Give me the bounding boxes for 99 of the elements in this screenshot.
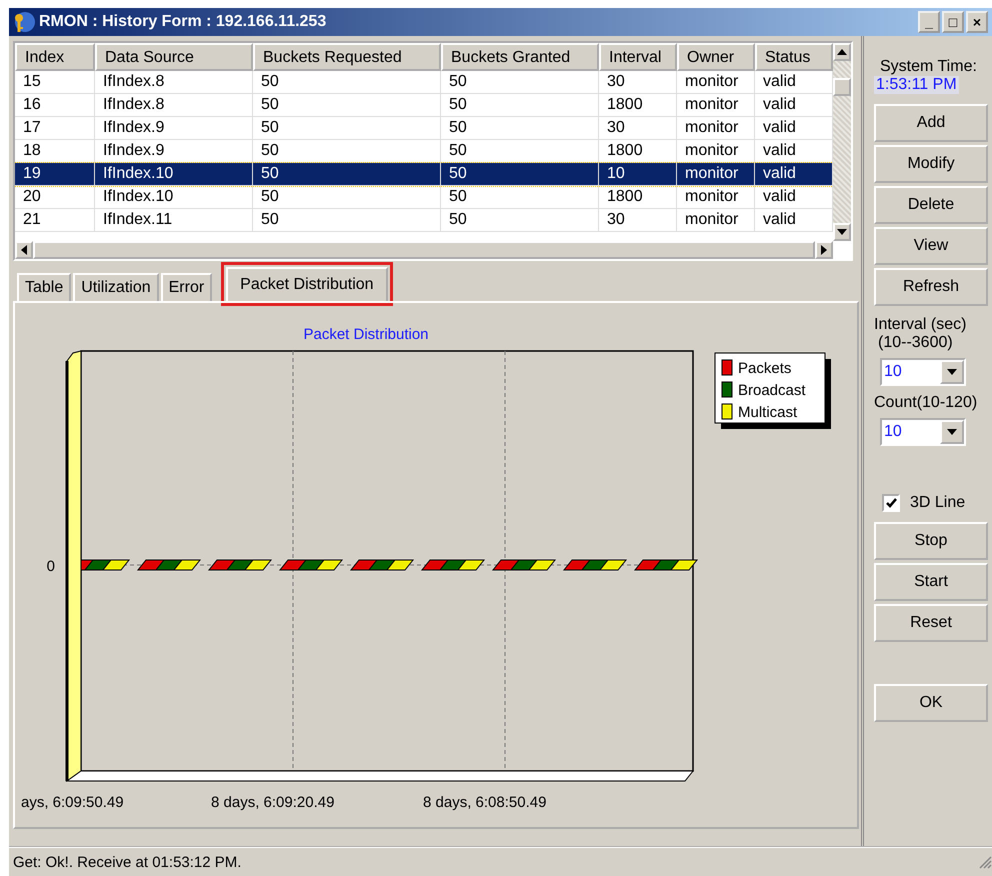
count-label: Count(10-120) [874, 394, 978, 412]
tab[interactable]: Utilization [73, 273, 159, 301]
bar-strip [136, 560, 202, 570]
table-cell: IfIndex.10 [95, 186, 253, 208]
table-cell: IfIndex.10 [95, 163, 253, 185]
action-button[interactable]: Reset [874, 604, 988, 642]
bar-strip [420, 560, 486, 570]
table-cell: 30 [599, 71, 677, 93]
table-cell: 50 [253, 209, 441, 231]
table-row[interactable]: 21 IfIndex.11 50 50 30 monitor valid [15, 209, 833, 232]
bar-strip [492, 560, 556, 570]
x-tick-label: 8 days, 6:09:20.49 [211, 794, 334, 811]
table-cell: IfIndex.8 [95, 71, 253, 93]
table-cell: 21 [15, 209, 95, 231]
count-dropdown[interactable]: 10 [880, 418, 966, 446]
y-tick-label: 0 [46, 558, 55, 575]
action-button[interactable]: View [874, 227, 988, 265]
horizontal-scrollbar[interactable] [15, 241, 833, 259]
table-cell: 1800 [599, 94, 677, 116]
table-cell: 50 [441, 117, 599, 139]
table-cell: 19 [15, 163, 95, 185]
interval-dropdown[interactable]: 10 [880, 358, 966, 386]
table-cell: 50 [253, 94, 441, 116]
action-button[interactable]: Add [874, 104, 988, 142]
table-cell: 50 [441, 209, 599, 231]
status-text: Get: Ok!. Receive at 01:53:12 PM. [13, 854, 242, 870]
table-cell: IfIndex.11 [95, 209, 253, 231]
column-header[interactable]: Buckets Granted [441, 43, 599, 71]
bar-strip [562, 560, 628, 570]
table-cell: monitor [677, 71, 755, 93]
table-cell: monitor [677, 117, 755, 139]
scroll-left-icon[interactable] [15, 241, 33, 259]
bar-strip [278, 560, 344, 570]
table-cell: monitor [677, 163, 755, 185]
scroll-up-icon[interactable] [833, 43, 851, 61]
scroll-down-icon[interactable] [833, 223, 851, 241]
interval-range-label: (10--3600) [877, 334, 954, 352]
close-button[interactable]: × [966, 11, 988, 33]
table-cell: 30 [599, 117, 677, 139]
table-row[interactable]: 19 IfIndex.10 50 50 10 monitor valid [15, 163, 833, 186]
column-header[interactable]: Interval [599, 43, 677, 71]
table-cell: 17 [15, 117, 95, 139]
table-row[interactable]: 16 IfIndex.8 50 50 1800 monitor valid [15, 94, 833, 117]
table-cell: 30 [599, 209, 677, 231]
bar-strip [350, 560, 414, 570]
x-tick-label: 8 days, 6:08:50.49 [423, 794, 546, 811]
column-header[interactable]: Buckets Requested [253, 43, 441, 71]
tab[interactable]: Error [160, 273, 212, 301]
vertical-scrollbar[interactable] [833, 43, 851, 241]
column-header[interactable]: Index [15, 43, 95, 71]
legend-label: Broadcast [738, 382, 806, 399]
table-cell: 50 [441, 163, 599, 185]
table-cell: 50 [253, 186, 441, 208]
legend-label: Packets [738, 360, 792, 377]
table-cell: IfIndex.8 [95, 94, 253, 116]
window-title: RMON : History Form : 192.166.11.253 [39, 13, 326, 31]
table-row[interactable]: 20 IfIndex.10 50 50 1800 monitor valid [15, 186, 833, 209]
column-header[interactable]: Status [755, 43, 833, 71]
ok-button[interactable]: OK [874, 684, 988, 722]
action-button[interactable]: Refresh [874, 268, 988, 306]
chart-title: Packet Distribution [303, 326, 429, 343]
table-row[interactable]: 15 IfIndex.8 50 50 30 monitor valid [15, 71, 833, 94]
table-cell: 50 [253, 71, 441, 93]
legend-label: Multicast [738, 404, 798, 421]
table-cell: 20 [15, 186, 95, 208]
table-cell: 50 [441, 94, 599, 116]
action-button[interactable]: Stop [874, 522, 988, 560]
action-button[interactable]: Delete [874, 186, 988, 224]
table-cell: 1800 [599, 186, 677, 208]
table-cell: monitor [677, 186, 755, 208]
tab[interactable]: Table [17, 273, 72, 301]
checkbox-label: 3D Line [910, 494, 966, 512]
interval-label: Interval (sec) [874, 316, 968, 334]
table-cell: 50 [441, 186, 599, 208]
checkbox[interactable] [882, 494, 900, 512]
table-cell: IfIndex.9 [95, 117, 253, 139]
scroll-right-icon[interactable] [815, 241, 833, 259]
column-header[interactable]: Owner [677, 43, 755, 71]
minimize-button[interactable]: _ [918, 11, 940, 33]
system-time: 1:53:11 PM [874, 76, 959, 94]
table-cell: 50 [253, 117, 441, 139]
table-cell: 50 [253, 163, 441, 185]
x-tick-label: ays, 6:09:50.49 [21, 794, 124, 811]
table-cell: monitor [677, 94, 755, 116]
resize-grip-icon [978, 855, 992, 869]
table-row[interactable]: 17 IfIndex.9 50 50 30 monitor valid [15, 117, 833, 140]
column-header[interactable]: Data Source [95, 43, 253, 71]
scroll-thumb[interactable] [833, 78, 851, 96]
checkmark-icon [886, 498, 896, 508]
table-cell: 10 [599, 163, 677, 185]
table-cell: 16 [15, 94, 95, 116]
maximize-button[interactable]: □ [942, 11, 964, 33]
table-cell: 50 [441, 71, 599, 93]
bar-strip [208, 560, 272, 570]
table-cell: monitor [677, 209, 755, 231]
action-button[interactable]: Modify [874, 145, 988, 183]
action-button[interactable]: Start [874, 563, 988, 601]
system-time-label: System Time: [879, 58, 978, 76]
table-cell: 15 [15, 71, 95, 93]
